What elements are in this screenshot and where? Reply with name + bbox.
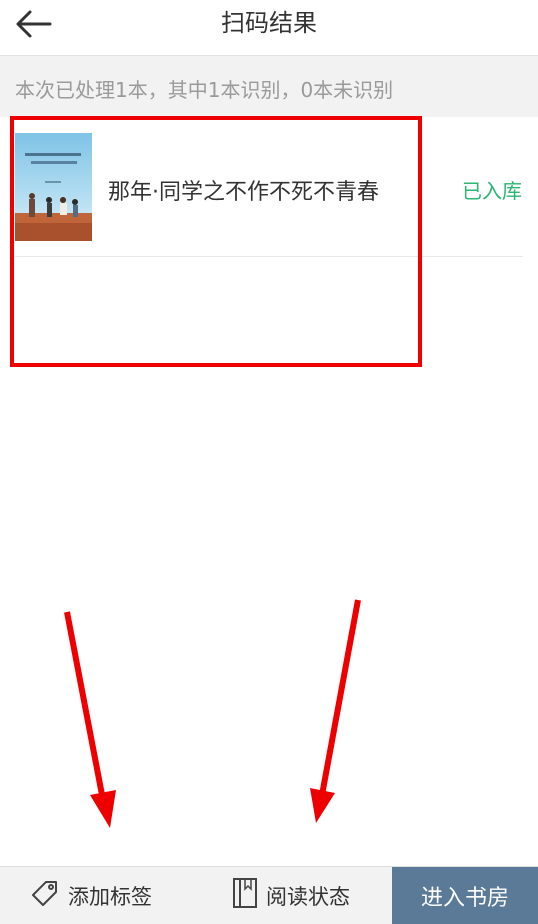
book-icon xyxy=(232,877,258,914)
scan-summary-text: 本次已处理1本，其中1本识别，0本未识别 xyxy=(15,78,394,102)
annotation-highlight-box xyxy=(10,116,422,367)
scan-summary-banner: 本次已处理1本，其中1本识别，0本未识别 xyxy=(0,56,538,117)
reading-status-label: 阅读状态 xyxy=(266,884,350,909)
header-bar: 扫码结果 xyxy=(0,0,538,56)
tag-icon xyxy=(30,878,60,913)
annotation-arrow-right xyxy=(310,599,361,823)
reading-status-button[interactable]: 阅读状态 xyxy=(232,867,350,924)
bottom-action-bar: 添加标签 阅读状态 进入书房 xyxy=(0,866,538,924)
page-title: 扫码结果 xyxy=(221,9,317,37)
enter-library-button[interactable]: 进入书房 xyxy=(392,867,538,924)
annotation-arrow-left xyxy=(64,611,116,828)
add-tag-label: 添加标签 xyxy=(68,884,152,909)
add-tag-button[interactable]: 添加标签 xyxy=(30,867,152,924)
book-status-badge: 已入库 xyxy=(462,179,522,203)
